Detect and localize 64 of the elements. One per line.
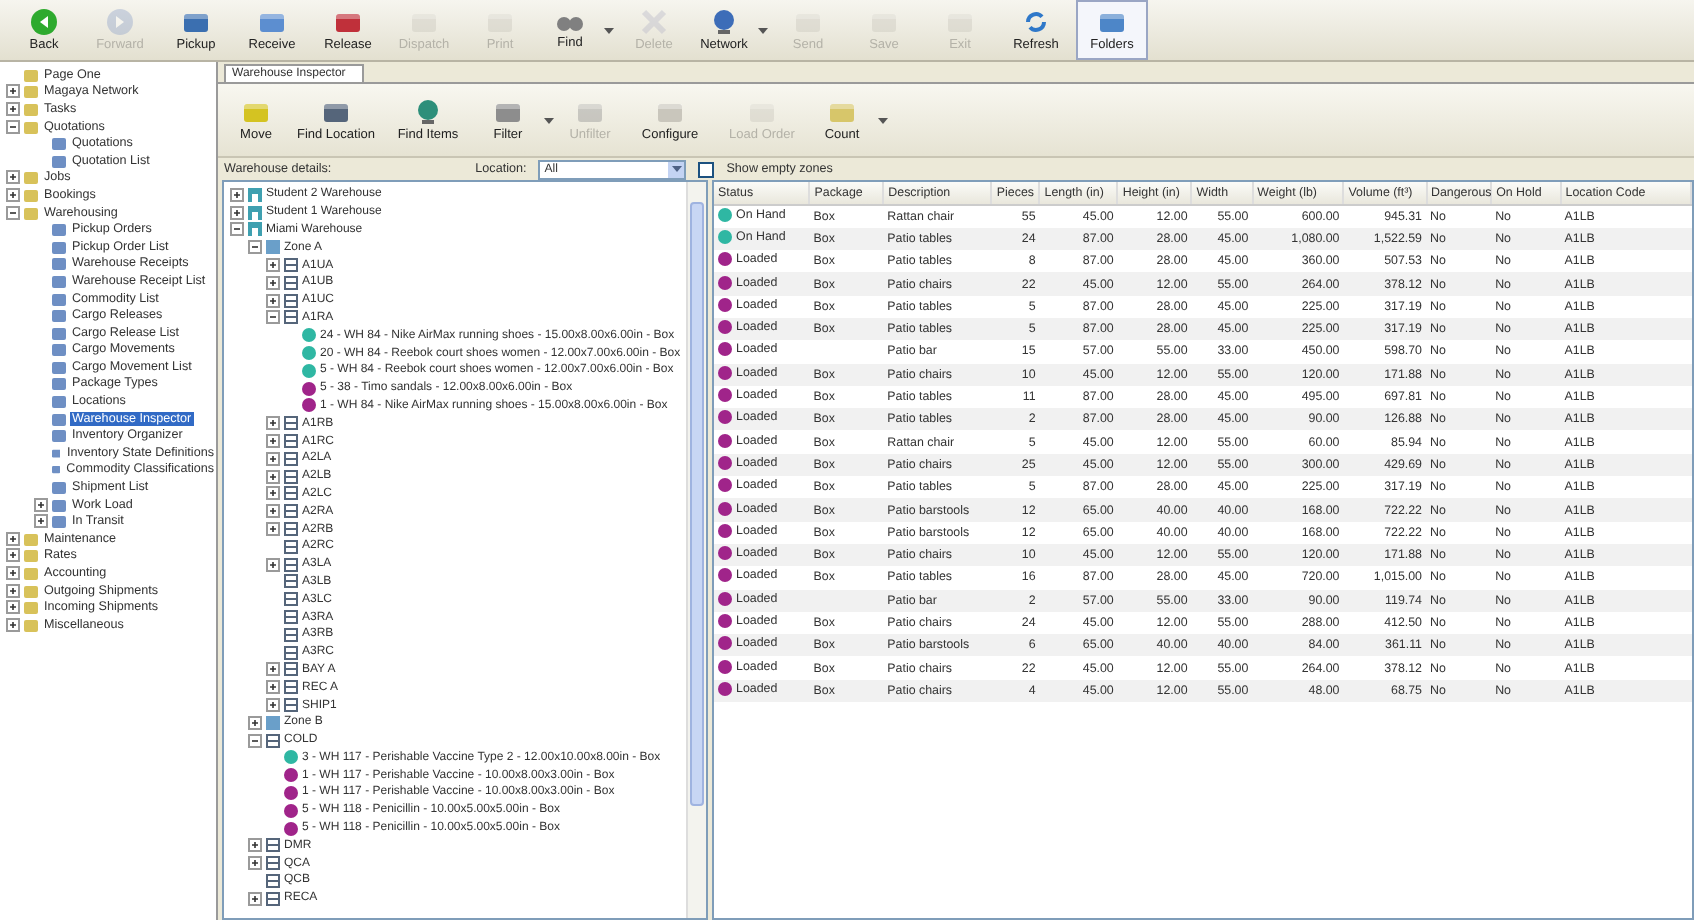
box-icon bbox=[656, 98, 684, 126]
expand-toggle[interactable] bbox=[248, 715, 262, 730]
expand-toggle[interactable] bbox=[6, 84, 20, 99]
box-icon bbox=[870, 8, 898, 36]
box-icon bbox=[946, 8, 974, 36]
expand-toggle[interactable] bbox=[266, 258, 280, 273]
collapse-toggle[interactable] bbox=[248, 240, 262, 255]
expand-toggle[interactable] bbox=[230, 187, 244, 202]
expand-toggle[interactable] bbox=[266, 504, 280, 519]
expand-toggle[interactable] bbox=[6, 566, 20, 581]
expand-toggle[interactable] bbox=[6, 187, 20, 202]
box-icon bbox=[828, 98, 856, 126]
expand-toggle[interactable] bbox=[266, 434, 280, 449]
checkbox[interactable] bbox=[698, 161, 715, 177]
caret-icon[interactable] bbox=[544, 117, 554, 123]
expand-toggle[interactable] bbox=[6, 101, 20, 116]
expand-toggle[interactable] bbox=[266, 680, 280, 695]
expand-toggle[interactable] bbox=[266, 293, 280, 308]
expand-toggle[interactable] bbox=[6, 170, 20, 185]
caret-icon[interactable] bbox=[878, 117, 888, 123]
box-icon bbox=[242, 98, 270, 126]
globe-icon bbox=[710, 8, 738, 36]
cross-icon bbox=[640, 8, 668, 36]
box-icon bbox=[494, 98, 522, 126]
box-icon bbox=[794, 8, 822, 36]
caret-icon bbox=[671, 166, 682, 172]
expand-toggle[interactable] bbox=[248, 838, 262, 853]
box-icon bbox=[576, 98, 604, 126]
box-icon bbox=[322, 98, 350, 126]
collapse-toggle[interactable] bbox=[266, 310, 280, 325]
expand-toggle[interactable] bbox=[6, 531, 20, 546]
expand-toggle[interactable] bbox=[266, 451, 280, 466]
expand-toggle[interactable] bbox=[266, 698, 280, 712]
expand-toggle[interactable] bbox=[34, 497, 48, 512]
expand-toggle[interactable] bbox=[6, 600, 20, 615]
box-icon bbox=[410, 8, 438, 36]
expand-toggle[interactable] bbox=[6, 583, 20, 598]
box-icon bbox=[748, 98, 776, 126]
collapse-toggle[interactable] bbox=[248, 733, 262, 748]
caret-icon[interactable] bbox=[758, 27, 768, 33]
expand-toggle[interactable] bbox=[6, 617, 20, 632]
globe-icon bbox=[414, 98, 442, 126]
expand-toggle[interactable] bbox=[266, 469, 280, 484]
collapse-toggle[interactable] bbox=[6, 119, 20, 134]
expand-toggle[interactable] bbox=[266, 486, 280, 501]
box-icon bbox=[486, 8, 514, 36]
expand-toggle[interactable] bbox=[248, 891, 262, 906]
collapse-toggle[interactable] bbox=[230, 222, 244, 237]
expand-toggle[interactable] bbox=[266, 275, 280, 290]
refresh-icon bbox=[1022, 8, 1050, 36]
expand-toggle[interactable] bbox=[266, 416, 280, 431]
expand-toggle[interactable] bbox=[248, 856, 262, 871]
expand-toggle[interactable] bbox=[266, 662, 280, 677]
box-icon bbox=[258, 8, 286, 36]
expand-toggle[interactable] bbox=[6, 548, 20, 563]
caret-icon[interactable] bbox=[604, 27, 614, 33]
box-icon bbox=[334, 8, 362, 36]
expand-toggle[interactable] bbox=[34, 514, 48, 529]
scrollbar[interactable] bbox=[686, 182, 706, 918]
expand-toggle[interactable] bbox=[266, 522, 280, 537]
window-icon bbox=[1098, 8, 1126, 36]
expand-toggle[interactable] bbox=[266, 557, 280, 572]
expand-toggle[interactable] bbox=[230, 205, 244, 220]
collapse-toggle[interactable] bbox=[6, 205, 20, 220]
